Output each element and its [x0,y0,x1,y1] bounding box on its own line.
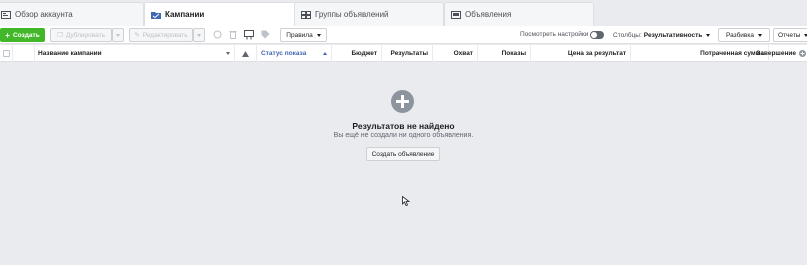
column-label: Показы [501,50,526,57]
pencil-icon: ✎ [134,32,140,39]
reports-dropdown[interactable]: Отчеты [773,28,807,42]
chevron-down-icon [197,33,201,37]
column-cost-per-result[interactable]: Цена за результат [531,45,631,62]
column-reach[interactable]: Охват [433,45,478,62]
column-label: Цена за результат [567,50,626,57]
column-warning[interactable] [235,45,257,62]
duplicate-button-label: Дублировать [65,31,105,39]
column-label: Название кампании [38,50,102,57]
campaigns-folder-icon [151,11,161,19]
add-column-cell[interactable] [797,45,807,62]
create-button[interactable]: + Создать [0,28,45,42]
mouse-cursor-icon [402,196,410,206]
column-menu-icon[interactable] [226,52,230,55]
create-ad-button[interactable]: Создать объявление [366,147,440,161]
ad-sets-grid-icon [301,10,311,19]
toggle-status-icon[interactable] [212,29,223,40]
tab-label: Группы объявлений [315,10,389,19]
table-header: Название кампании Статус показа Бюджет Р… [0,45,807,62]
empty-state-title: Результатов не найдено [352,121,455,131]
column-delivery-status[interactable]: Статус показа [257,45,332,62]
breakdown-label: Разбивка [726,31,754,39]
create-button-label: Создать [12,31,40,39]
account-overview-icon [1,10,11,19]
empty-state: Результатов не найдено Вы ещё не создали… [0,62,807,265]
column-label: Потраченная сумма [700,50,764,57]
toolbar: + Создать ❐ Дублировать ✎ Редактировать … [0,26,807,44]
tab-campaigns[interactable]: Кампании [144,2,300,26]
column-label: Завершение [756,50,796,57]
plus-icon: + [5,30,10,40]
ab-test-icon[interactable] [243,29,254,40]
column-impressions[interactable]: Показы [478,45,531,62]
tab-label: Обзор аккаунта [15,10,73,19]
duplicate-dropdown-button[interactable] [112,28,124,42]
tab-ads[interactable]: Объявления [444,2,594,26]
column-label: Бюджет [351,50,378,57]
empty-state-subtitle: Вы ещё не создали ни одного объявления. [333,132,474,139]
column-ends[interactable]: Завершение [756,45,797,62]
column-budget[interactable]: Бюджет [332,45,382,62]
column-results[interactable]: Результаты [382,45,433,62]
view-settings-label: Посмотреть настройки [520,31,589,38]
column-label: Охват [453,50,473,57]
edit-dropdown-button[interactable] [193,28,205,42]
tab-bar: Обзор аккаунта Кампании Группы объявлени… [0,0,807,26]
edit-button[interactable]: ✎ Редактировать [129,28,193,42]
rules-button-label: Правила [286,31,313,39]
duplicate-icon: ❐ [57,32,63,39]
view-settings-toggle[interactable] [590,31,604,39]
tag-icon[interactable] [260,29,271,40]
sort-ascending-icon [323,52,327,55]
column-label: Результаты [390,50,428,57]
chevron-down-icon [116,33,120,37]
duplicate-button[interactable]: ❐ Дублировать [50,28,112,42]
rules-button[interactable]: Правила [280,28,327,42]
columns-value: Результативность [643,31,703,39]
breakdown-dropdown[interactable]: Разбивка [718,28,770,42]
column-campaign-name[interactable]: Название кампании [35,45,235,62]
warning-icon [242,50,249,57]
select-all-cell[interactable] [0,45,13,62]
select-all-checkbox[interactable] [2,50,10,57]
column-label: Статус показа [261,50,307,57]
chevron-down-icon [316,33,321,37]
column-amount-spent[interactable]: Потраченная сумма [631,45,769,62]
add-circle-icon [391,90,414,113]
ads-icon [451,10,461,19]
reports-label: Отчеты [778,31,801,39]
tab-label: Кампании [165,10,205,19]
add-column-icon [798,50,806,57]
tab-ad-sets[interactable]: Группы объявлений [294,2,444,26]
trash-icon[interactable] [227,29,238,40]
toggle-column-cell [13,45,35,62]
tab-label: Объявления [465,10,512,19]
tab-account-overview[interactable]: Обзор аккаунта [0,2,144,26]
edit-button-label: Редактировать [142,31,188,39]
columns-label: Столбцы: [613,31,642,39]
columns-dropdown[interactable]: Столбцы: Результативность [609,28,713,42]
chevron-down-icon [706,33,711,37]
chevron-down-icon [757,33,762,37]
